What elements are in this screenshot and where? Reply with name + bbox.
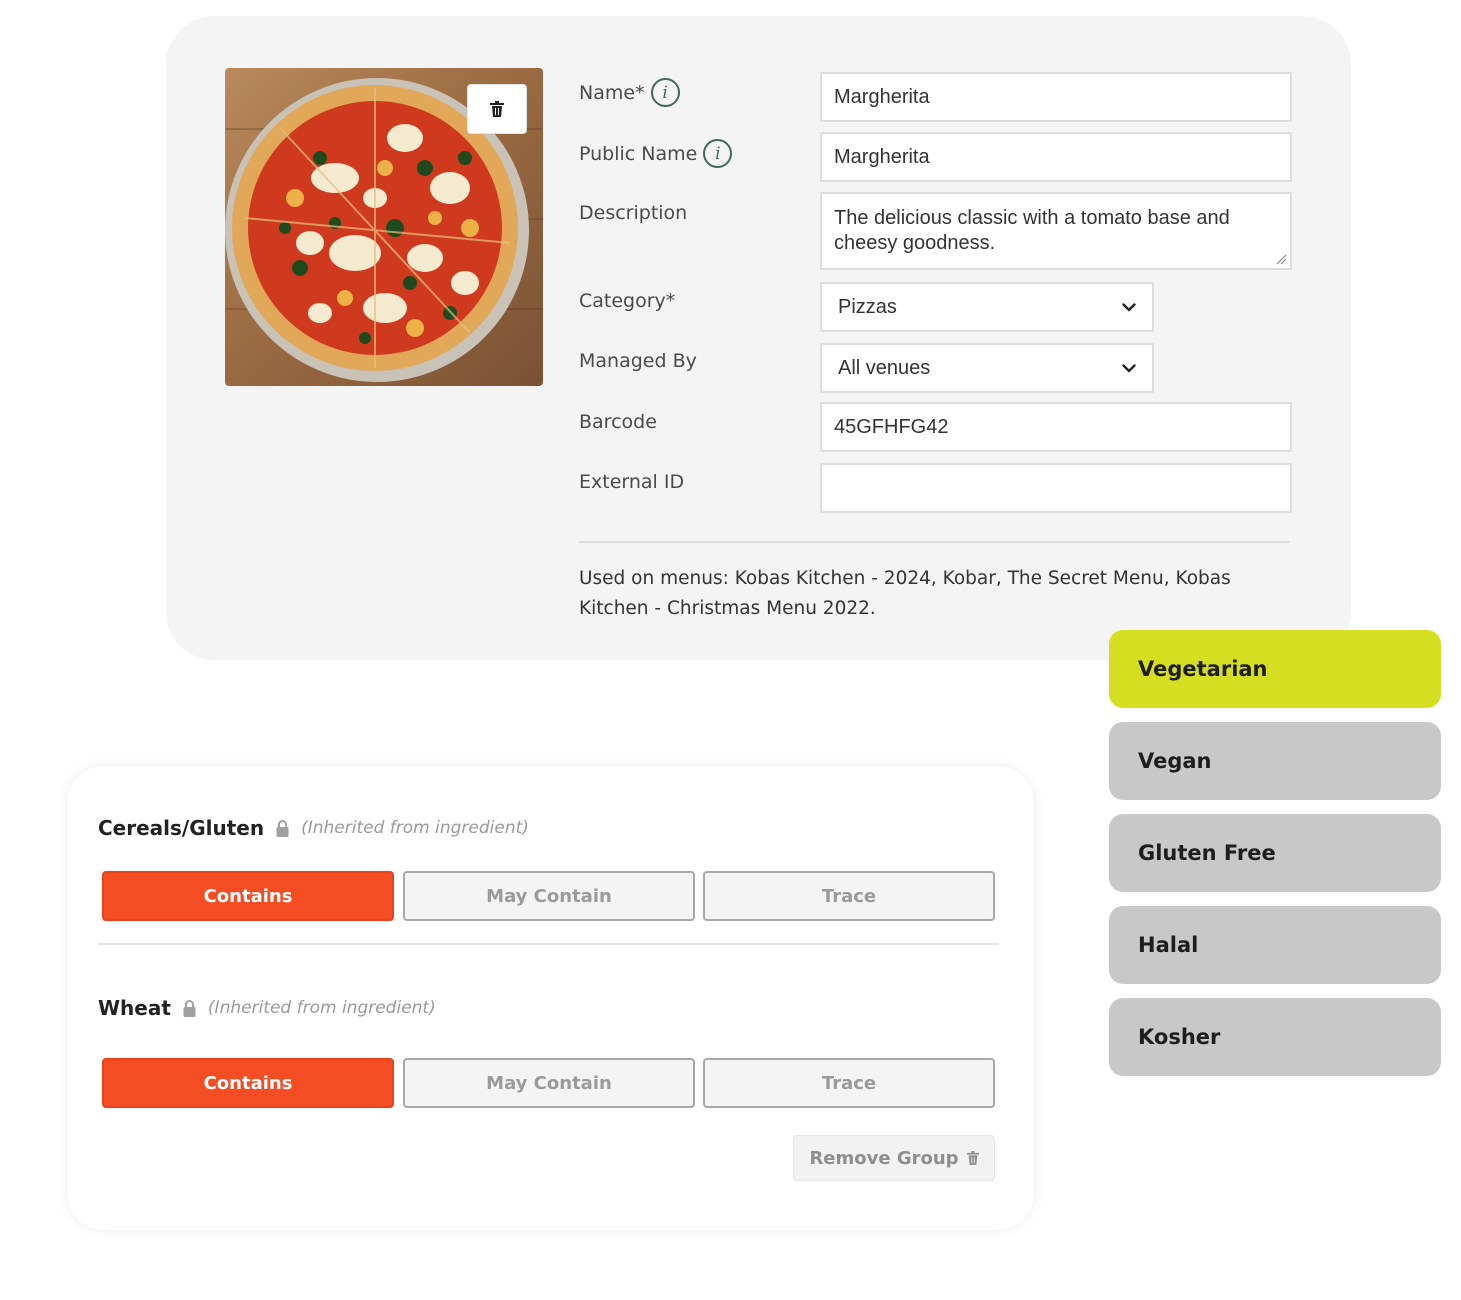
managed-by-selected-value: All venues <box>838 356 931 379</box>
delete-photo-button[interactable] <box>467 84 527 134</box>
used-on-menus-text: Used on menus: Kobas Kitchen - 2024, Kob… <box>579 568 1231 619</box>
diet-tag-gluten-free[interactable]: Gluten Free <box>1109 814 1441 892</box>
trace-button[interactable]: Trace <box>703 871 995 921</box>
trash-icon <box>490 101 504 117</box>
remove-group-label: Remove Group <box>809 1147 959 1169</box>
inherited-note: (Inherited from ingredient) <box>207 998 436 1018</box>
diet-tag-halal[interactable]: Halal <box>1109 906 1441 984</box>
info-icon[interactable]: i <box>650 78 680 107</box>
public-name-label: Public Name i <box>579 139 733 168</box>
contains-button[interactable]: Contains <box>102 871 394 921</box>
contains-button[interactable]: Contains <box>102 1058 394 1108</box>
name-label: Name* i <box>579 78 680 107</box>
category-label-text: Category* <box>579 290 676 312</box>
public-name-input[interactable]: Margherita <box>820 132 1292 182</box>
trace-button[interactable]: Trace <box>703 1058 995 1108</box>
managed-by-label: Managed By <box>579 350 697 372</box>
inherited-note: (Inherited from ingredient) <box>301 818 529 838</box>
barcode-label-text: Barcode <box>579 411 657 433</box>
name-input[interactable]: Margherita <box>820 72 1292 122</box>
managed-by-select[interactable]: All venues <box>820 343 1154 393</box>
allergen-name: Wheat <box>98 996 171 1020</box>
barcode-input[interactable]: 45GFHFG42 <box>820 402 1292 452</box>
may-contain-button[interactable]: May Contain <box>403 1058 695 1108</box>
resize-grip-icon[interactable] <box>1275 253 1287 265</box>
category-label: Category* <box>579 290 675 312</box>
diet-tag-vegan[interactable]: Vegan <box>1109 722 1441 800</box>
item-details-card: Name* i Margherita Public Name i Margher… <box>166 16 1351 660</box>
info-icon[interactable]: i <box>703 139 733 168</box>
chevron-down-icon <box>1122 302 1136 311</box>
section-divider <box>579 541 1289 543</box>
diet-tag-kosher[interactable]: Kosher <box>1109 998 1441 1076</box>
trash-icon <box>966 1151 979 1165</box>
lock-icon <box>276 819 289 837</box>
lock-icon <box>183 999 196 1017</box>
chevron-down-icon <box>1122 363 1136 372</box>
category-select[interactable]: Pizzas <box>820 282 1154 332</box>
description-label: Description <box>579 202 687 224</box>
may-contain-button[interactable]: May Contain <box>403 871 695 921</box>
managed-by-label-text: Managed By <box>579 350 697 372</box>
diet-tag-vegetarian[interactable]: Vegetarian <box>1109 630 1441 708</box>
barcode-label: Barcode <box>579 411 657 433</box>
category-selected-value: Pizzas <box>838 295 897 318</box>
description-label-text: Description <box>579 202 688 224</box>
allergen-group-title: Cereals/Gluten (Inherited from ingredien… <box>98 816 529 840</box>
description-text: The delicious classic with a tomato base… <box>834 207 1230 254</box>
item-photo <box>225 68 543 386</box>
allergen-card: Cereals/Gluten (Inherited from ingredien… <box>67 766 1034 1230</box>
external-id-input[interactable] <box>820 463 1292 513</box>
description-textarea[interactable]: The delicious classic with a tomato base… <box>820 192 1292 270</box>
public-name-label-text: Public Name <box>579 142 698 165</box>
name-label-text: Name* <box>579 81 645 104</box>
allergen-group-title: Wheat (Inherited from ingredient) <box>98 996 436 1020</box>
external-id-label: External ID <box>579 471 684 493</box>
external-id-label-text: External ID <box>579 471 685 493</box>
allergen-name: Cereals/Gluten <box>98 816 265 840</box>
remove-group-button[interactable]: Remove Group <box>793 1135 995 1181</box>
group-divider <box>98 943 999 945</box>
